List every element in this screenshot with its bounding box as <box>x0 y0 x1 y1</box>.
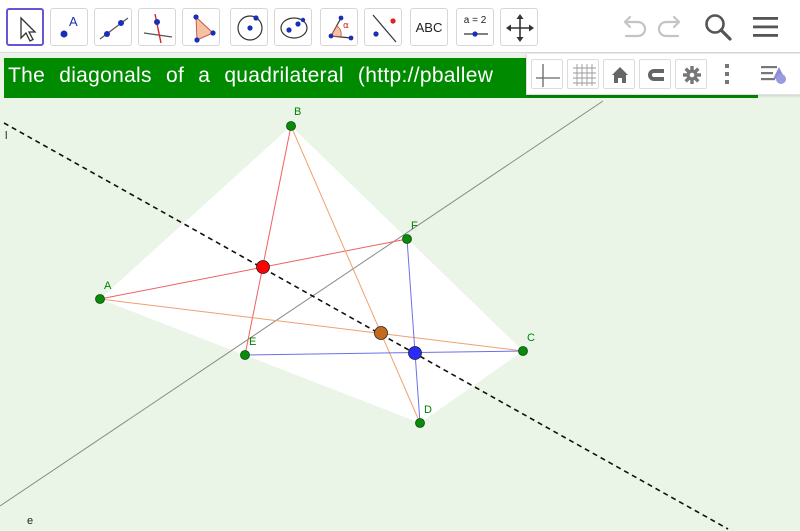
point-capturing-button[interactable] <box>639 59 671 89</box>
geometry-canvas[interactable]: A B C D E F l e <box>0 53 800 531</box>
angle-icon <box>328 15 354 41</box>
redo-button[interactable] <box>652 10 688 44</box>
perpendicular-line-icon <box>143 13 173 44</box>
perpendicular-line-tool[interactable] <box>138 8 176 46</box>
midpoint-orange[interactable] <box>374 326 388 340</box>
slider-tool[interactable]: a = 2 <box>456 8 494 46</box>
text-icon: ABC <box>415 19 443 35</box>
point-a[interactable] <box>95 294 105 304</box>
reflect-tool[interactable] <box>364 8 402 46</box>
toolbar: A α ABC a = 2 <box>0 0 800 52</box>
settings-button[interactable] <box>675 59 707 89</box>
move-arrows-icon <box>506 14 534 42</box>
undo-icon <box>623 15 647 38</box>
snap-magnet-icon <box>648 69 664 81</box>
midpoint-blue[interactable] <box>408 346 422 360</box>
search-button[interactable] <box>700 10 736 44</box>
conic-tool[interactable] <box>274 8 312 46</box>
axes-icon <box>536 64 560 87</box>
more-vertical-icon <box>725 64 729 84</box>
ellipse-icon <box>280 17 308 39</box>
label-line-l: l <box>5 130 7 142</box>
label-b: B <box>294 106 301 118</box>
search-icon <box>705 14 732 41</box>
angle-tool[interactable]: α <box>320 8 358 46</box>
point-tool-label: A <box>69 14 78 29</box>
home-icon <box>612 67 628 83</box>
toggle-axes-button[interactable] <box>531 59 563 89</box>
slider-icon <box>464 31 488 37</box>
text-tool[interactable]: ABC <box>410 8 448 46</box>
line-through-points-icon <box>99 17 129 40</box>
point-b[interactable] <box>286 121 296 131</box>
graphics-view[interactable]: A B C D E F l e <box>0 52 800 531</box>
label-e: E <box>249 336 256 348</box>
arrow-pointer-icon <box>20 16 37 42</box>
label-a: A <box>104 280 112 292</box>
settings-gear-icon <box>683 66 701 84</box>
more-options-button[interactable] <box>711 59 743 89</box>
point-d[interactable] <box>415 418 425 428</box>
point-c[interactable] <box>518 346 528 356</box>
circle-tool[interactable] <box>230 8 268 46</box>
label-f: F <box>411 220 418 232</box>
toggle-style-bar-button[interactable] <box>757 59 789 89</box>
line-tool[interactable] <box>94 8 132 46</box>
label-line-e: e <box>27 515 33 527</box>
standard-view-button[interactable] <box>603 59 635 89</box>
circle-center-point-icon <box>237 15 263 41</box>
polygon-tool[interactable] <box>182 8 220 46</box>
move-tool[interactable] <box>6 8 44 46</box>
redo-icon <box>657 15 681 38</box>
menu-icon <box>753 17 778 37</box>
point-f[interactable] <box>402 234 412 244</box>
point-e[interactable] <box>240 350 250 360</box>
grid-icon <box>573 64 596 86</box>
line-l[interactable] <box>3 122 729 530</box>
midpoint-red[interactable] <box>256 260 270 274</box>
label-d: D <box>424 404 432 416</box>
polygon-icon <box>193 14 216 43</box>
angle-tool-label: α <box>343 21 349 31</box>
toggle-grid-button[interactable] <box>567 59 599 89</box>
point-tool[interactable]: A <box>50 8 88 46</box>
menu-button[interactable] <box>748 10 784 44</box>
reflect-about-line-icon <box>372 14 397 43</box>
graphics-style-bar <box>526 54 800 95</box>
toggle-style-bar-icon <box>761 66 786 84</box>
label-c: C <box>527 332 535 344</box>
move-graphics-view-tool[interactable] <box>500 8 538 46</box>
undo-button[interactable] <box>616 10 652 44</box>
